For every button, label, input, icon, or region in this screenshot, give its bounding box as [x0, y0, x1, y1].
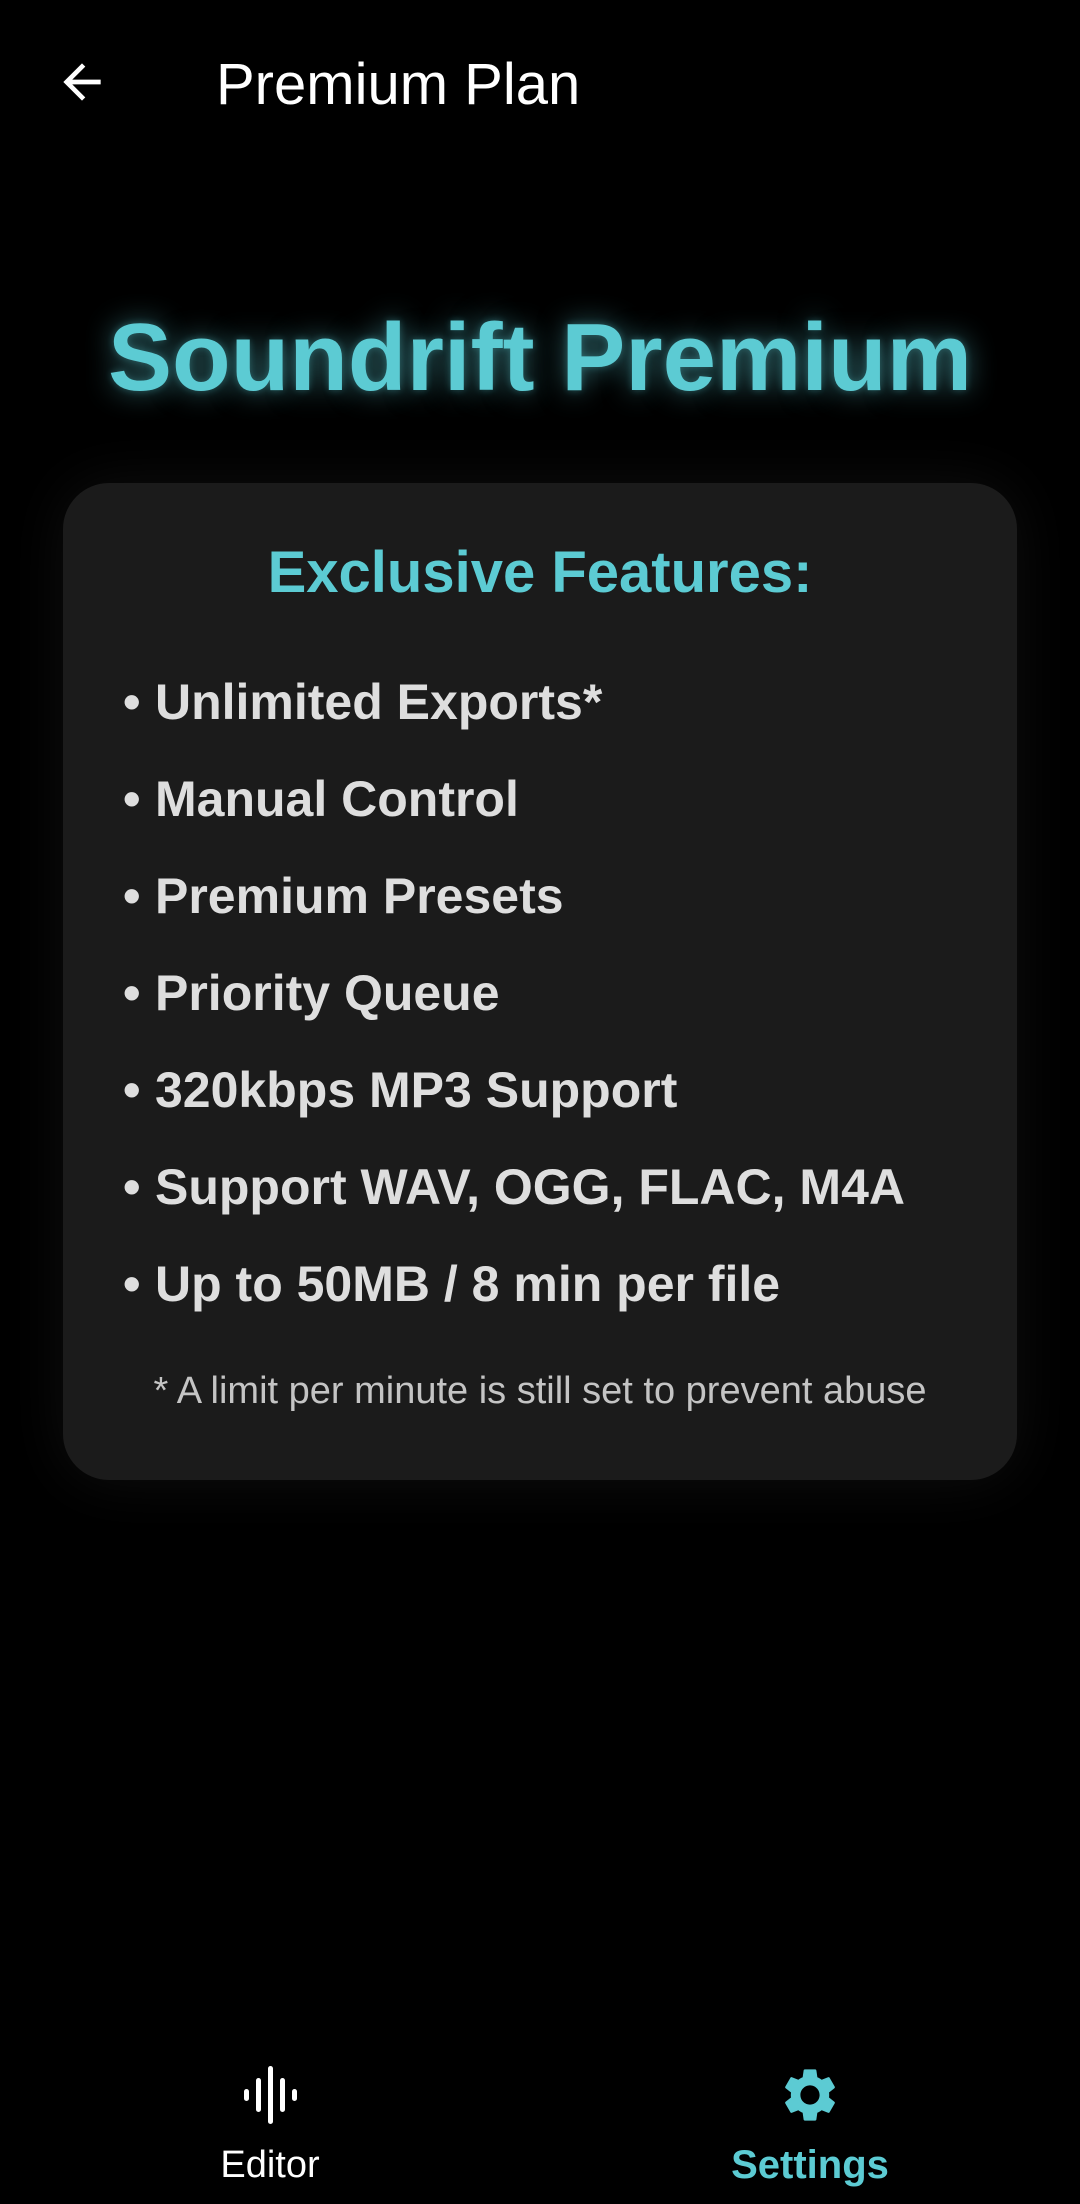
feature-text: Priority Queue [155, 964, 500, 1021]
bullet: • [123, 770, 141, 827]
feature-text: Manual Control [155, 770, 519, 827]
features-card: Exclusive Features: • Unlimited Exports* … [63, 483, 1017, 1480]
nav-label-editor: Editor [220, 2144, 320, 2186]
feature-text: Unlimited Exports* [155, 673, 603, 730]
bullet: • [123, 673, 141, 730]
bullet: • [123, 867, 141, 924]
features-heading: Exclusive Features: [267, 540, 813, 605]
feature-item: • Premium Presets [123, 847, 905, 944]
feature-text: Premium Presets [155, 867, 564, 924]
nav-label-settings: Settings [731, 2143, 889, 2187]
bottom-navigation: Editor Settings [0, 2030, 1080, 2204]
waveform-icon [240, 2062, 300, 2128]
feature-item: • Manual Control [123, 750, 905, 847]
feature-list: • Unlimited Exports* • Manual Control • Pre… [123, 653, 905, 1332]
arrow-left-icon [63, 63, 101, 101]
hero-title: Soundrift Premium [107, 304, 973, 411]
footnote: * A limit per minute is still set to pre… [153, 1370, 927, 1412]
nav-item-settings[interactable]: Settings [540, 2030, 1080, 2204]
feature-item: • Priority Queue [123, 944, 905, 1041]
feature-item: • Up to 50MB / 8 min per file [123, 1235, 905, 1332]
bullet: • [123, 1255, 141, 1312]
feature-text: Support WAV, OGG, FLAC, M4A [155, 1158, 905, 1215]
feature-text: Up to 50MB / 8 min per file [155, 1255, 781, 1312]
app-bar: Premium Plan [0, 0, 1080, 170]
bullet: • [123, 964, 141, 1021]
feature-text: 320kbps MP3 Support [155, 1061, 678, 1118]
feature-item: • 320kbps MP3 Support [123, 1041, 905, 1138]
back-button[interactable] [42, 42, 122, 122]
nav-item-editor[interactable]: Editor [0, 2030, 540, 2204]
gear-icon [778, 2062, 842, 2128]
bullet: • [123, 1061, 141, 1118]
feature-item: • Support WAV, OGG, FLAC, M4A [123, 1138, 905, 1235]
feature-item: • Unlimited Exports* [123, 653, 905, 750]
page-title: Premium Plan [216, 52, 581, 117]
bullet: • [123, 1158, 141, 1215]
